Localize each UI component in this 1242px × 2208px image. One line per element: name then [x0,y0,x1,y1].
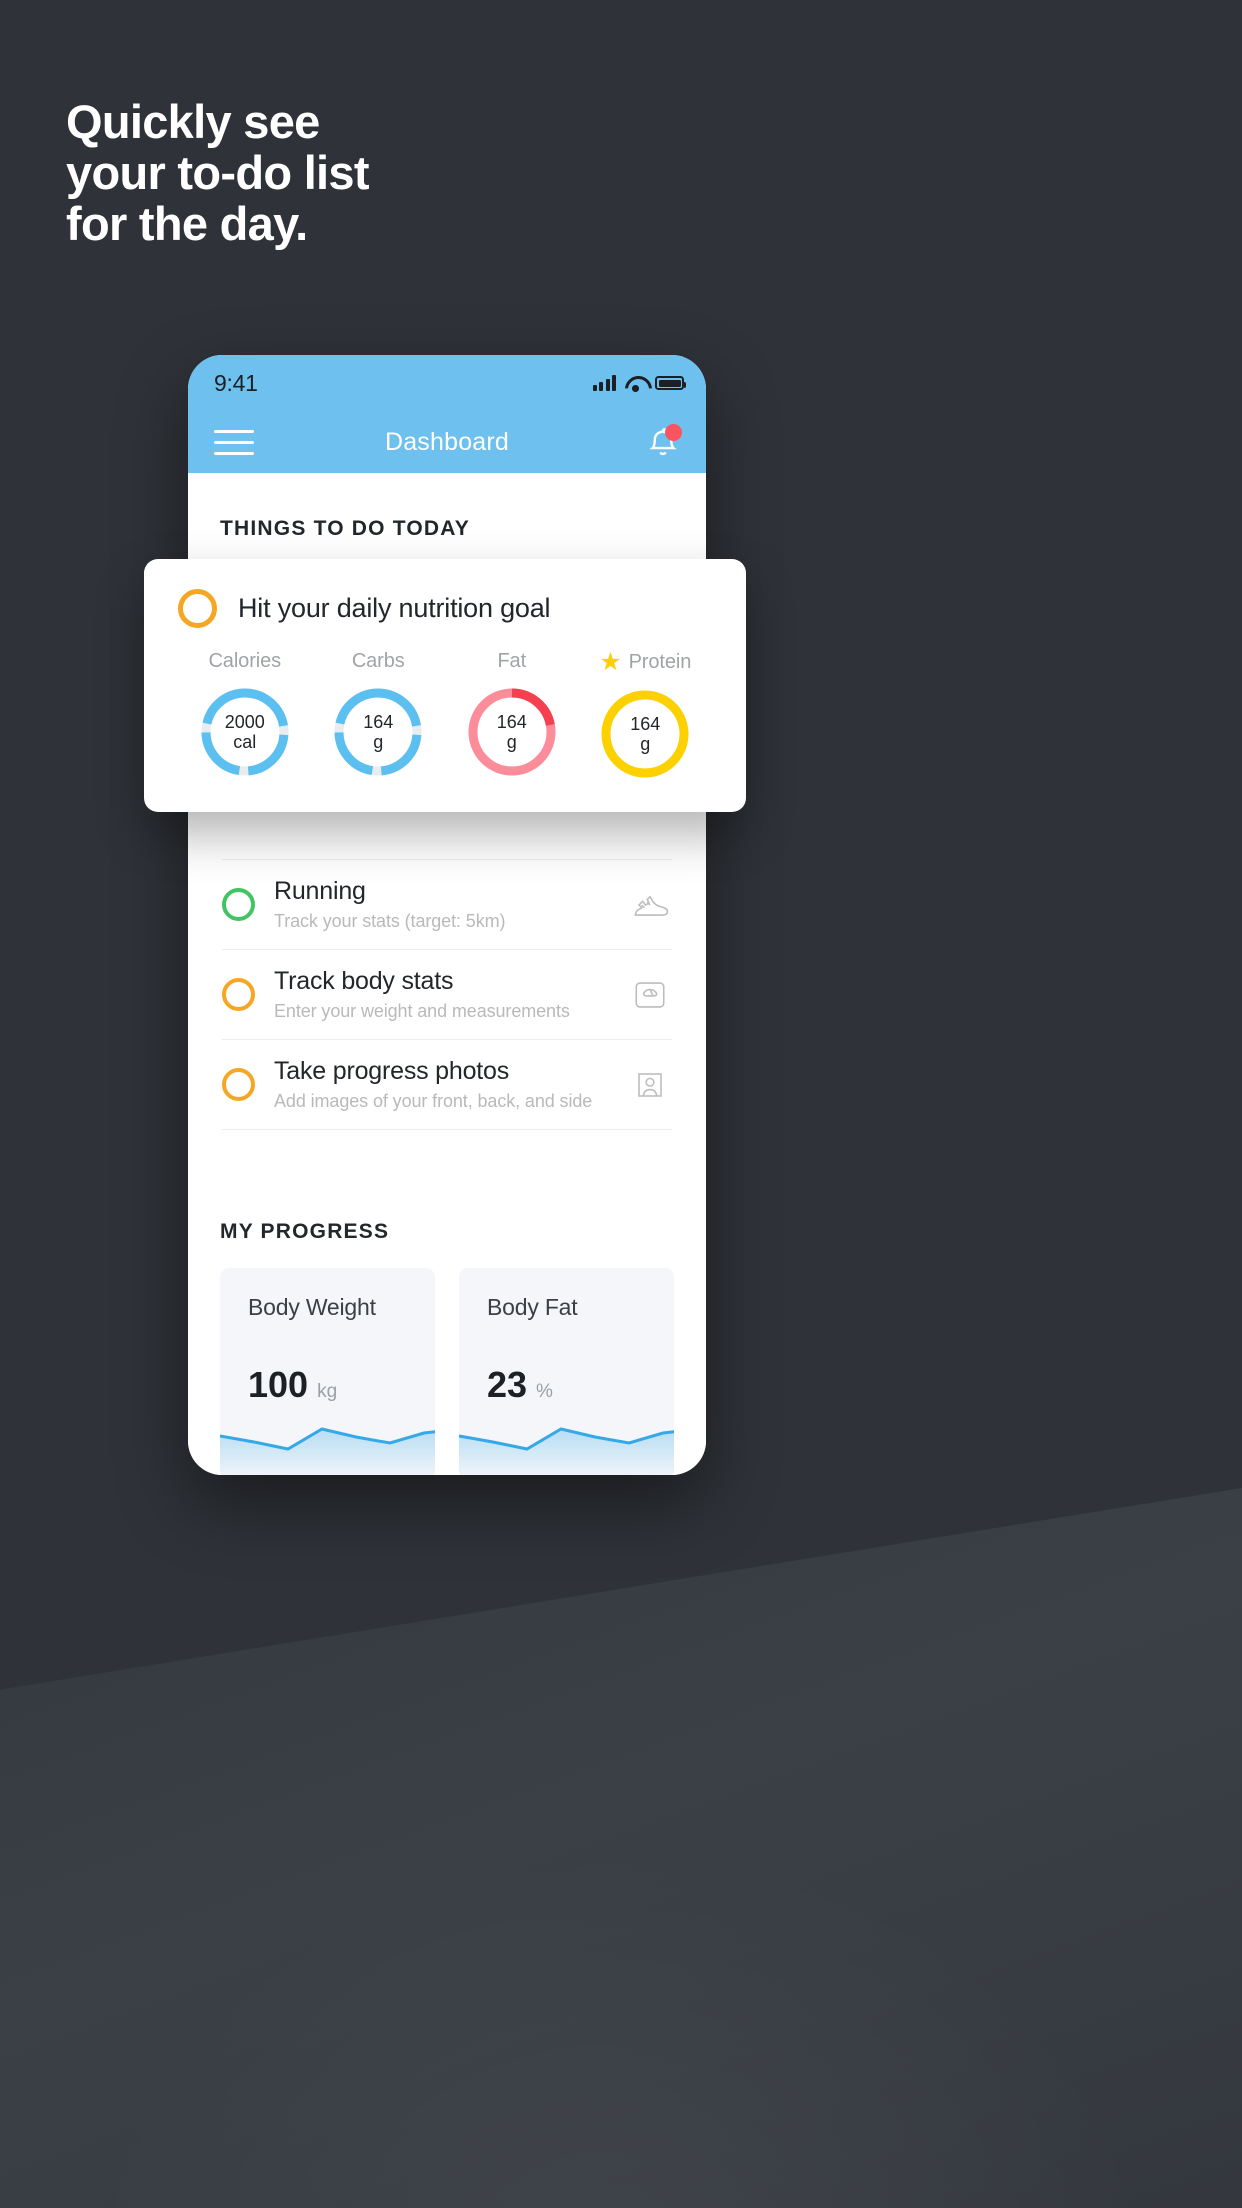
macro-unit: g [506,732,517,752]
todo-title: Take progress photos [274,1057,510,1085]
macro-value: 2000 [224,711,265,732]
running-shoe-icon [634,894,669,916]
todo-subtitle: Add images of your front, back, and side [274,1091,593,1111]
todo-text: Track body stats Enter your weight and m… [274,967,609,1022]
todo-title: Track body stats [274,967,454,995]
todo-subtitle: Track your stats (target: 5km) [274,911,506,931]
macro-protein[interactable]: ★ Protein 164 g [579,650,713,782]
list-item[interactable]: Running Track your stats (target: 5km) [222,859,672,950]
notification-bell-button[interactable] [644,422,682,462]
todo-subtitle: Enter your weight and measurements [274,1001,570,1021]
macro-value: 164 [363,711,394,732]
progress-card-value: 100 kg [248,1364,337,1406]
list-item[interactable]: Track body stats Enter your weight and m… [222,950,672,1040]
person-photo-icon [638,1072,662,1097]
nutrition-checkbox-ring[interactable] [178,589,217,628]
macro-unit: g [640,734,651,754]
carbs-ring-text: 164 g [330,684,426,780]
macro-label-row: ★ Protein [579,650,713,675]
progress-card-label: Body Weight [248,1294,376,1320]
todo-checkbox-ring[interactable] [222,978,255,1011]
headline-line-2: your to-do list [66,146,370,199]
macro-carbs[interactable]: Carbs 164 g [312,650,446,782]
status-bar-clock: 9:41 [214,369,258,396]
macro-fat[interactable]: Fat 164 g [445,650,579,782]
battery-icon [655,376,686,390]
body-weight-sparkline [220,1427,435,1475]
calories-progress-ring: 2000 cal [197,684,293,780]
macro-label-row: Calories [178,650,312,673]
macro-value: 164 [630,713,661,734]
fat-ring-text: 164 g [464,684,560,780]
things-to-do-heading: THINGS TO DO TODAY [220,517,470,540]
macro-label: Fat [497,650,527,672]
todo-title: Running [274,877,366,905]
progress-card-number: 23 [487,1364,528,1405]
headline-line-1: Quickly see [66,95,320,148]
nutrition-goal-card[interactable]: Hit your daily nutrition goal Calories 2… [144,559,746,812]
progress-card-unit: kg [317,1381,338,1402]
macro-calories[interactable]: Calories 2000 cal [178,650,312,782]
carbs-progress-ring: 164 g [330,684,426,780]
todo-checkbox-ring[interactable] [222,888,255,921]
macro-label-row: Fat [445,650,579,673]
app-bar: Dashboard [188,411,706,473]
calories-ring-text: 2000 cal [197,684,293,780]
progress-card-body-weight[interactable]: Body Weight 100 kg [220,1268,435,1475]
phone-mockup: 9:41 Dashboard THINGS TO DO TODAY Runnin… [188,355,706,1475]
macro-label: Protein [628,651,692,673]
progress-card-number: 100 [248,1364,309,1405]
macro-ring-group: Calories 2000 cal Carbs 164 g Fat 164 g … [178,650,712,782]
nutrition-card-header: Hit your daily nutrition goal [178,589,712,628]
protein-ring-text: 164 g [597,686,693,782]
progress-cards: Body Weight 100 kg Body Fat 23 % [188,1244,706,1475]
things-to-do-list: Running Track your stats (target: 5km) T… [188,859,706,1130]
progress-card-unit: % [536,1381,553,1402]
macro-label: Calories [208,650,282,672]
todo-checkbox-ring[interactable] [222,1068,255,1101]
status-bar-icons [592,375,686,392]
protein-progress-ring: 164 g [597,686,693,782]
page-title: Dashboard [384,427,510,456]
background-glow [0,1778,1242,2208]
progress-card-label: Body Fat [487,1294,578,1320]
macro-label: Carbs [351,650,405,672]
todo-text: Take progress photos Add images of your … [274,1057,609,1112]
macro-value: 164 [496,711,527,732]
notification-badge-dot [665,424,682,441]
page-headline: Quickly see your to-do list for the day. [66,96,826,249]
todo-text: Running Track your stats (target: 5km) [274,877,609,932]
progress-card-value: 23 % [487,1364,553,1406]
status-bar: 9:41 [188,355,706,411]
macro-unit: g [373,732,384,752]
cellular-signal-icon [592,375,616,391]
fat-progress-ring: 164 g [464,684,560,780]
macro-label-row: Carbs [312,650,446,673]
body-fat-sparkline [459,1427,674,1475]
wifi-icon [625,375,646,392]
nutrition-card-title: Hit your daily nutrition goal [238,593,551,623]
headline-line-3: for the day. [66,197,308,250]
my-progress-heading: MY PROGRESS [220,1220,390,1243]
star-icon: ★ [599,648,622,676]
list-item[interactable]: Take progress photos Add images of your … [222,1040,672,1130]
progress-card-body-fat[interactable]: Body Fat 23 % [459,1268,674,1475]
weighing-scale-icon [635,981,665,1008]
hamburger-menu-icon[interactable] [214,429,254,455]
macro-unit: cal [233,732,257,752]
